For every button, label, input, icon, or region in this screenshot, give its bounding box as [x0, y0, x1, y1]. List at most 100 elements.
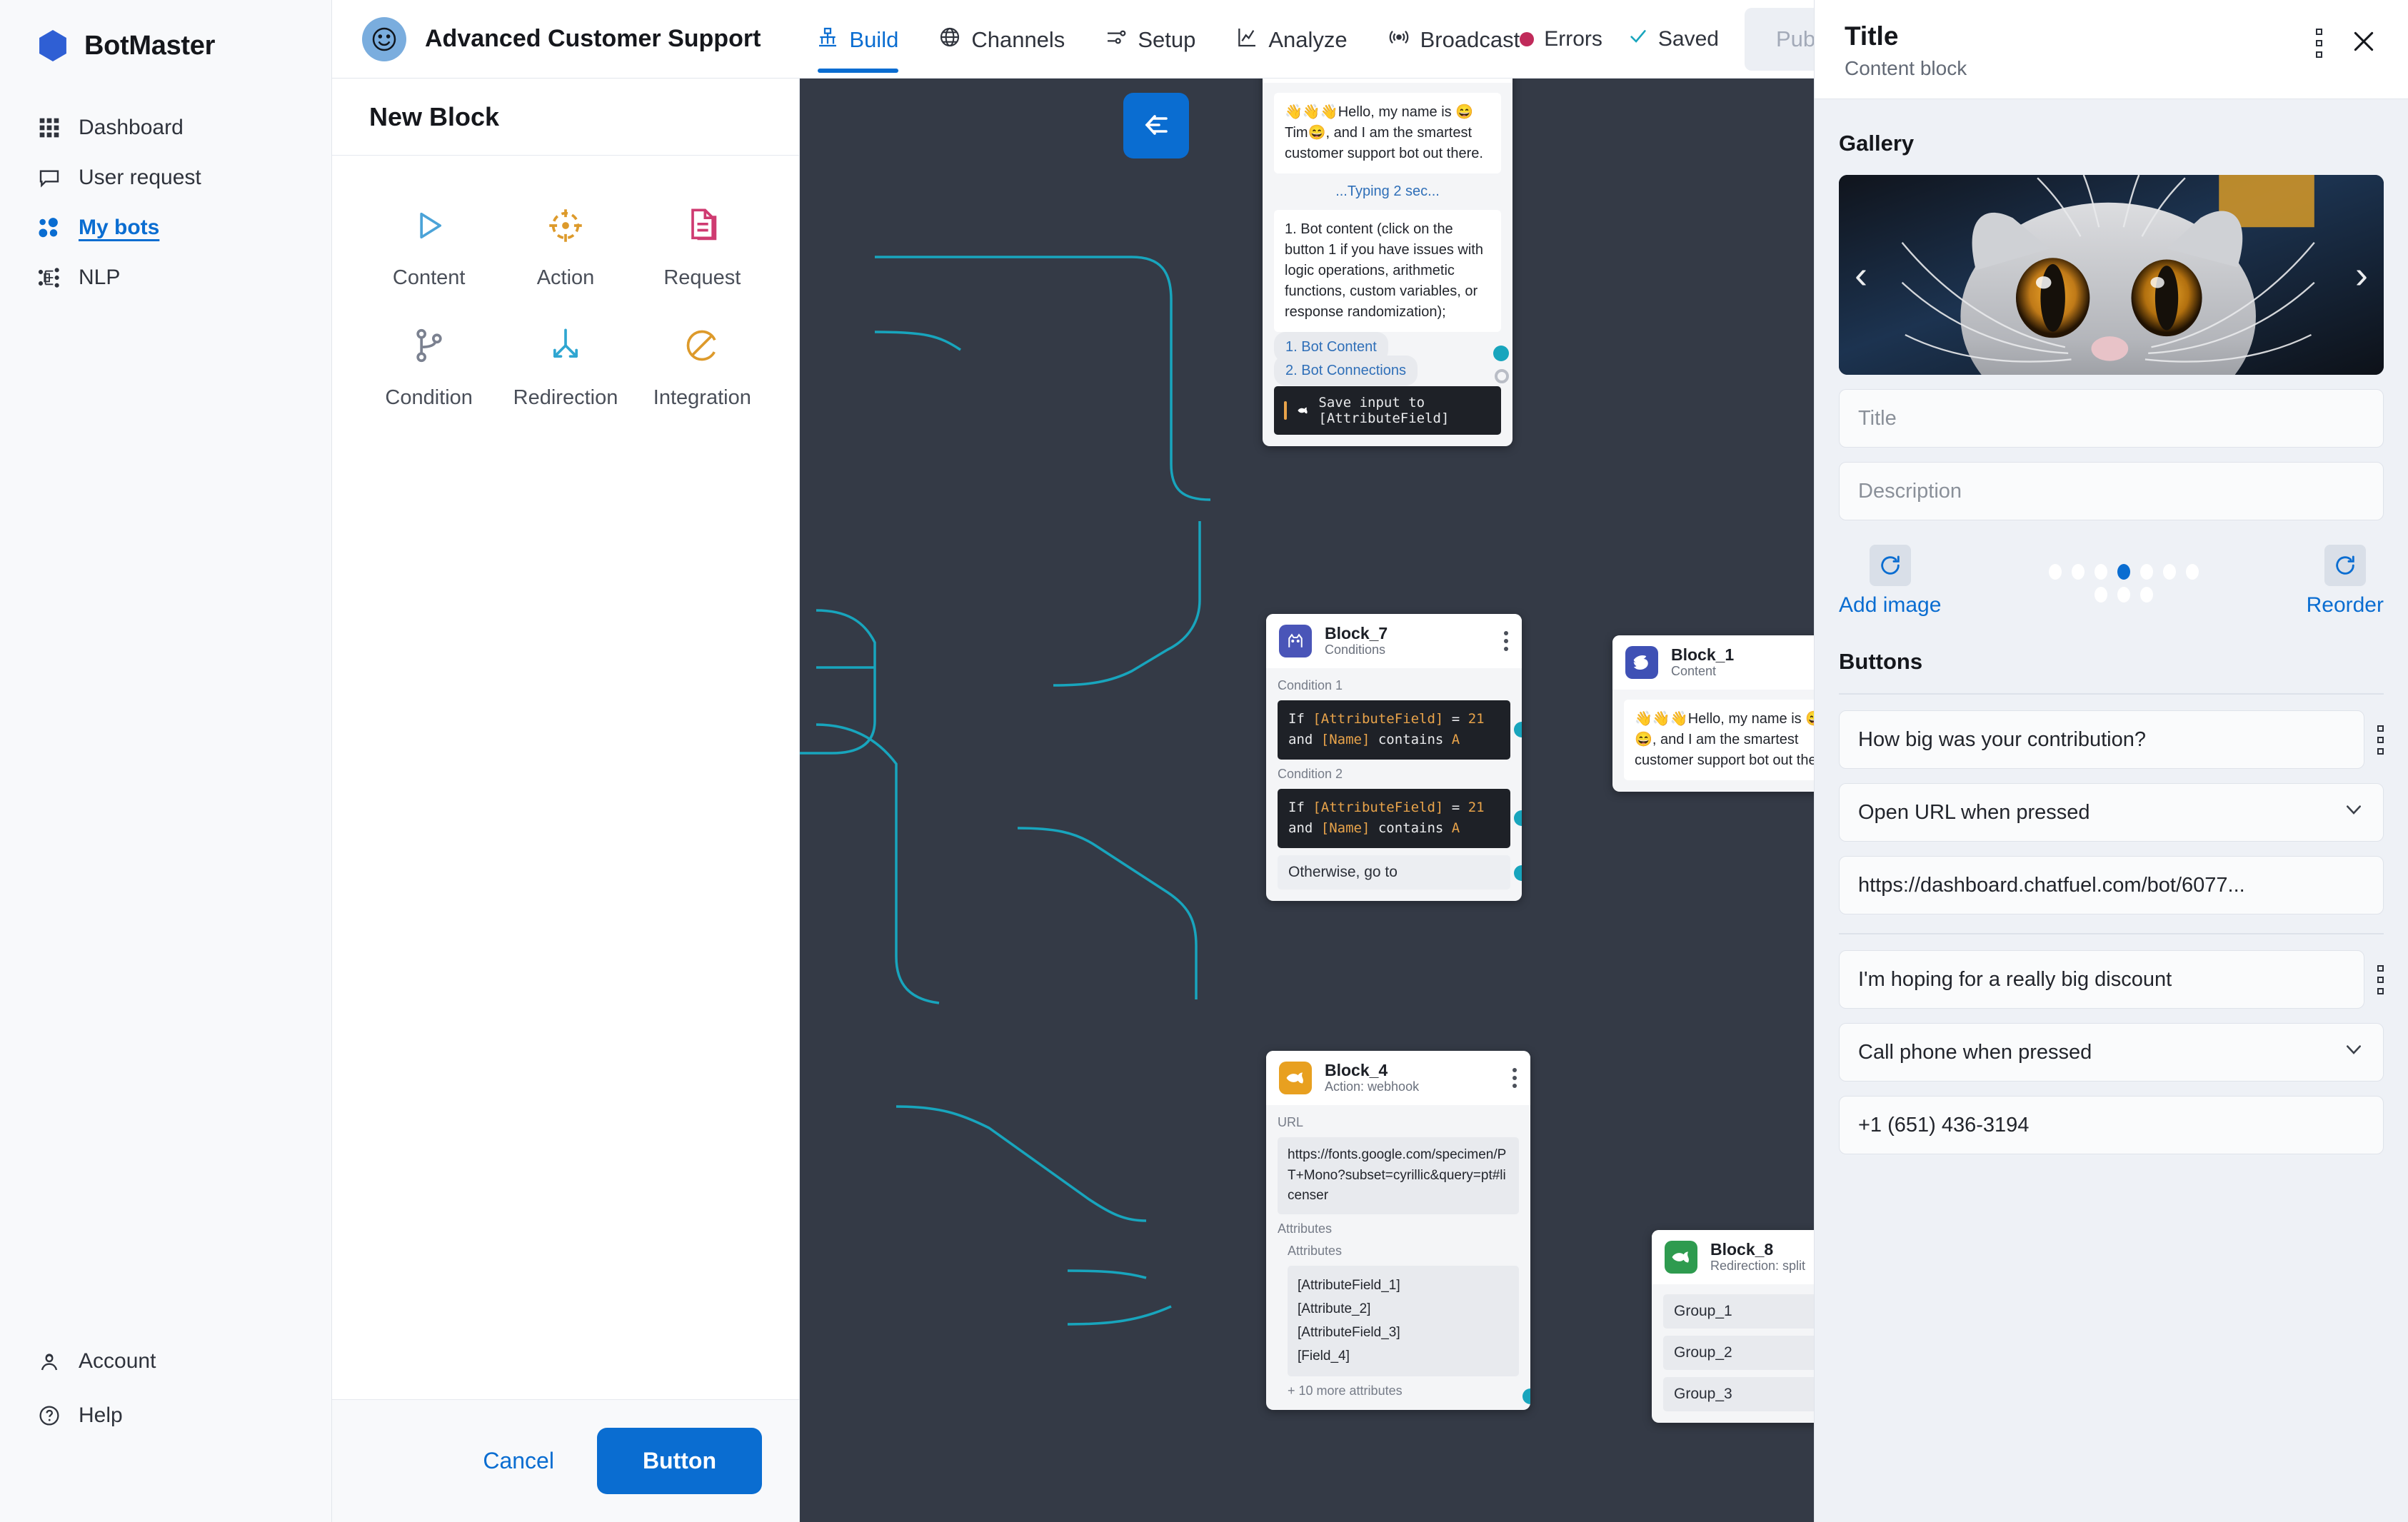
new-block-option-condition[interactable]: Condition — [361, 327, 497, 410]
button-label-input[interactable]: How big was your contribution? — [1839, 710, 2364, 769]
chart-icon — [1235, 26, 1258, 54]
new-block-option-action[interactable]: Action — [497, 207, 633, 290]
sidebar-item-dashboard[interactable]: Dashboard — [0, 106, 331, 150]
node-port[interactable] — [1514, 865, 1522, 881]
block-editor-panel: Title Content block Gallery ‹ › Title De… — [1814, 0, 2408, 1522]
publish-button[interactable]: Publish — [1744, 7, 1814, 71]
node-header[interactable]: Block_4 Action: webhook — [1266, 1051, 1530, 1106]
kebab-menu-icon[interactable] — [2316, 29, 2322, 58]
globe-icon — [938, 26, 961, 54]
bot-identity[interactable]: Advanced Customer Support — [332, 16, 761, 61]
new-block-option-content[interactable]: Content — [361, 207, 497, 290]
tab-channels[interactable]: Channels — [938, 6, 1065, 73]
drag-handle-icon[interactable] — [2377, 725, 2384, 755]
node-titles: Block_7 Conditions — [1325, 624, 1388, 658]
node-port[interactable] — [1493, 346, 1509, 362]
new-block-option-integration[interactable]: Integration — [634, 327, 771, 410]
sidebar-item-help[interactable]: Help — [0, 1394, 331, 1438]
sidebar-bottom: Account Help — [0, 1339, 331, 1522]
panel-actions — [2316, 21, 2378, 59]
kebab-menu-icon[interactable] — [1503, 631, 1509, 652]
app-root: BotMaster Dashboard User request My bots — [0, 0, 2408, 1522]
new-block-option-request[interactable]: Request — [634, 207, 771, 290]
split-group-row: Group_1 40% — [1663, 1294, 1814, 1329]
sidebar-nav: Dashboard User request My bots NLP — [0, 106, 331, 300]
accent-bar — [1284, 401, 1287, 420]
node-header[interactable]: Block_8 Redirection: split — [1652, 1230, 1814, 1285]
sidebar-item-nlp[interactable]: NLP — [0, 256, 331, 300]
collapse-panel-button[interactable] — [1123, 93, 1189, 158]
pagination-dot[interactable] — [2186, 564, 2199, 580]
node-name: Block_8 — [1710, 1240, 1774, 1259]
fish-icon — [1297, 407, 1308, 414]
new-block-option-redirection[interactable]: Redirection — [497, 327, 633, 410]
errors-status[interactable]: Errors — [1520, 27, 1602, 51]
node-subtitle: Conditions — [1325, 642, 1386, 657]
flow-node[interactable]: Block_7 Conditions Condition 1 If [Attri… — [1266, 614, 1522, 901]
tab-setup[interactable]: Setup — [1105, 6, 1195, 73]
pagination-dot[interactable] — [2095, 564, 2108, 580]
split-arrows-icon — [547, 327, 584, 368]
pagination-dot[interactable] — [2140, 587, 2154, 603]
gallery-title-input[interactable]: Title — [1839, 389, 2384, 448]
pagination-row-1 — [2049, 564, 2199, 580]
brand-name: BotMaster — [84, 30, 216, 61]
check-icon — [1628, 26, 1648, 52]
button-phone-input[interactable]: +1 (651) 436-3194 — [1839, 1096, 2384, 1154]
add-image-button[interactable]: Add image — [1839, 545, 1941, 618]
pagination-dot[interactable] — [2140, 564, 2154, 580]
chevron-down-icon — [2343, 799, 2364, 826]
cancel-button[interactable]: Cancel — [483, 1448, 554, 1474]
tab-analyze[interactable]: Analyze — [1235, 6, 1348, 73]
flow-node[interactable]: Block_0 Content 👋👋👋Hello, my name is 😄Ti… — [1263, 79, 1512, 447]
node-chip[interactable]: 2. Bot Connections — [1274, 356, 1418, 386]
chevron-left-icon[interactable]: ‹ — [1855, 256, 1867, 294]
node-header[interactable]: Block_1 Content — [1612, 635, 1814, 690]
button-action-select[interactable]: Call phone when pressed — [1839, 1023, 2384, 1082]
flow-node[interactable]: Block_8 Redirection: split Group_1 40% — [1652, 1230, 1814, 1423]
new-block-footer: Cancel Button — [332, 1399, 799, 1522]
node-port[interactable] — [1514, 810, 1522, 826]
tab-broadcast[interactable]: Broadcast — [1388, 6, 1520, 73]
close-icon[interactable] — [2349, 27, 2378, 59]
smiley-face-icon — [362, 16, 406, 61]
panel-header: Title Content block — [1815, 0, 2408, 99]
button-label-input[interactable]: I'm hoping for a really big discount — [1839, 950, 2364, 1009]
gallery-image[interactable]: ‹ › — [1839, 175, 2384, 375]
flow-node[interactable]: Block_1 Content 👋👋👋Hello, my name is 😄Ti… — [1612, 635, 1814, 792]
page-title: Advanced Customer Support — [425, 25, 761, 52]
tab-build[interactable]: Build — [816, 6, 898, 73]
more-attributes[interactable]: + 10 more attributes — [1278, 1384, 1519, 1398]
kebab-menu-icon[interactable] — [1512, 1068, 1517, 1089]
flow-node[interactable]: Block_4 Action: webhook URL https://font… — [1266, 1051, 1530, 1410]
sidebar-item-account[interactable]: Account — [0, 1339, 331, 1384]
node-port[interactable] — [1495, 369, 1509, 384]
node-name: Block_1 — [1671, 645, 1735, 664]
node-port[interactable] — [1514, 722, 1522, 738]
split-group-label: Group_3 — [1674, 1386, 1732, 1403]
sidebar-item-my-bots[interactable]: My bots — [0, 206, 331, 250]
reorder-button[interactable]: Reorder — [2307, 545, 2384, 618]
node-typing-indicator: ...Typing 2 sec... — [1335, 183, 1440, 200]
chevron-right-icon[interactable]: › — [2355, 256, 2368, 294]
pagination-dot[interactable] — [2049, 564, 2062, 580]
button-url-input[interactable]: https://dashboard.chatfuel.com/bot/6077.… — [1839, 856, 2384, 914]
pagination-dot[interactable] — [2117, 587, 2131, 603]
submit-button[interactable]: Button — [596, 1428, 762, 1494]
pagination-dot[interactable] — [2163, 564, 2177, 580]
pagination-dot-active[interactable] — [2117, 564, 2131, 580]
button-action-select[interactable]: Open URL when pressed — [1839, 783, 2384, 842]
sidebar-item-user-request[interactable]: User request — [0, 156, 331, 200]
pagination-dot[interactable] — [2072, 564, 2085, 580]
node-header[interactable]: Block_7 Conditions — [1266, 614, 1522, 669]
buttons-section: Buttons How big was your contribution? O… — [1839, 630, 2384, 1154]
attribute-item: [Field_4] — [1298, 1349, 1350, 1364]
bots-icon — [37, 216, 61, 240]
refresh-icon — [1869, 545, 1911, 586]
gallery-description-input[interactable]: Description — [1839, 462, 2384, 520]
drag-handle-icon[interactable] — [2377, 964, 2384, 994]
pagination-dot[interactable] — [2095, 587, 2108, 603]
chat-bubble-icon — [37, 166, 61, 190]
condition-label: Condition 2 — [1278, 766, 1343, 781]
attribute-item: [AttributeField_1] — [1298, 1277, 1400, 1293]
